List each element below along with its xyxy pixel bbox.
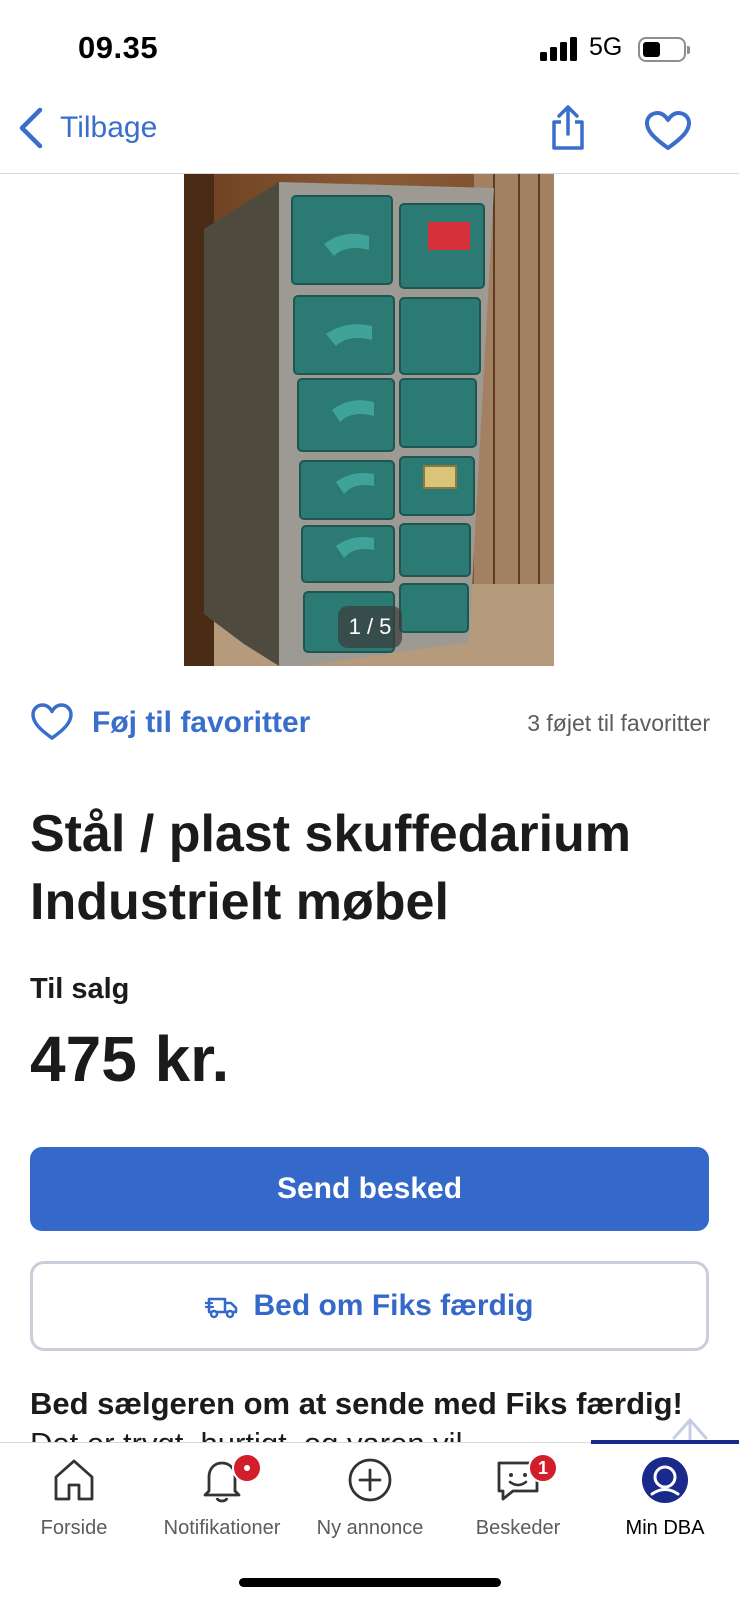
tab-min-dba[interactable]: Min DBA (591, 1455, 739, 1555)
fiks-body: Det er trygt, hurtigt, og varen vil (30, 1426, 462, 1442)
price: 475 kr. (30, 1023, 230, 1095)
share-icon[interactable] (548, 104, 588, 152)
send-message-button[interactable]: Send besked (30, 1147, 709, 1231)
battery-icon (638, 37, 690, 62)
tab-notifikationer[interactable]: Notifikationer (148, 1453, 296, 1555)
back-label: Tilbage (60, 111, 158, 144)
profile-icon (642, 1457, 688, 1503)
signal-icon (540, 37, 578, 61)
home-icon (54, 1459, 94, 1501)
request-fiks-button[interactable]: Bed om Fiks færdig (30, 1261, 709, 1351)
fiks-heading: Bed sælgeren om at sende med Fiks færdig… (30, 1386, 683, 1421)
tab-label: Forside (40, 1517, 108, 1539)
send-message-label: Send besked (276, 1172, 463, 1205)
message-badge: 1 (528, 1453, 558, 1483)
active-tab-indicator (591, 1440, 739, 1444)
tab-label: Beskeder (475, 1517, 561, 1539)
tab-ny-annonce[interactable]: Ny annonce (296, 1455, 444, 1555)
plus-circle-icon (348, 1458, 392, 1502)
tab-forside[interactable]: Forside (0, 1455, 148, 1555)
tab-label: Min DBA (625, 1517, 705, 1539)
image-counter: 1 / 5 (338, 606, 402, 648)
listing-image[interactable] (184, 174, 554, 666)
heart-icon[interactable] (644, 110, 692, 152)
chevron-left-icon (19, 107, 43, 149)
navigation-bar: Tilbage (0, 100, 739, 174)
listing-title: Stål / plast skuffedarium Industrielt mø… (30, 805, 632, 931)
back-button[interactable]: Tilbage (14, 106, 157, 150)
favorite-count: 3 føjet til favoritter (527, 710, 710, 736)
sale-type: Til salg (30, 973, 130, 1005)
home-indicator[interactable] (239, 1578, 501, 1587)
heart-icon[interactable] (30, 702, 74, 742)
request-fiks-label: Bed om Fiks færdig (253, 1289, 534, 1322)
fiks-description: Bed sælgeren om at sende med Fiks færdig… (30, 1384, 710, 1442)
scroll-to-top-icon[interactable] (670, 1412, 710, 1442)
tab-bar: Forside Notifikationer Ny annonce Besked… (0, 1440, 739, 1600)
tab-label: Notifikationer (163, 1517, 281, 1539)
tab-label: Ny annonce (316, 1517, 424, 1539)
delivery-truck-icon (205, 1297, 238, 1319)
network-label: 5G (589, 33, 623, 61)
tab-beskeder[interactable]: Beskeder 1 (444, 1453, 592, 1555)
notification-badge (232, 1453, 262, 1483)
add-to-favorites-button[interactable]: Føj til favoritter (92, 706, 310, 740)
favorite-row: Føj til favoritter 3 føjet til favoritte… (30, 700, 710, 750)
status-bar: 09.35 5G (0, 0, 739, 100)
status-time: 09.35 (78, 30, 159, 65)
